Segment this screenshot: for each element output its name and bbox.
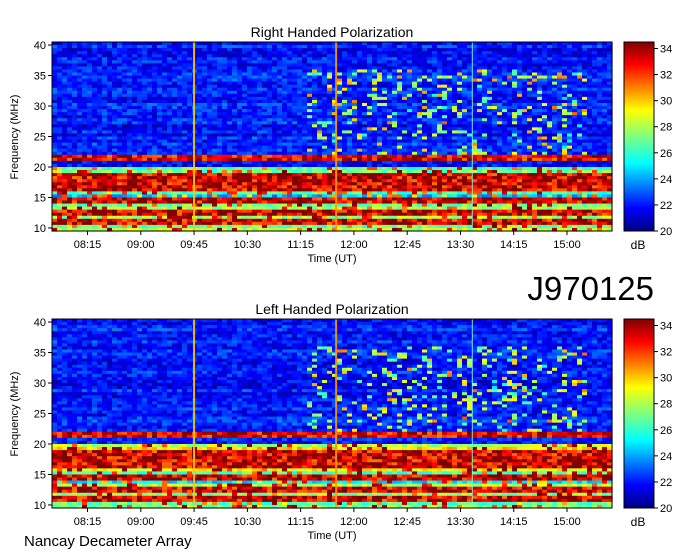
panel-title: Right Handed Polarization [251,24,414,40]
panel-right-polarization: Right Handed Polarization 10152025303540… [9,24,672,265]
figure-canvas: Right Handed Polarization 10152025303540… [9,24,672,550]
spectrogram [52,42,613,232]
